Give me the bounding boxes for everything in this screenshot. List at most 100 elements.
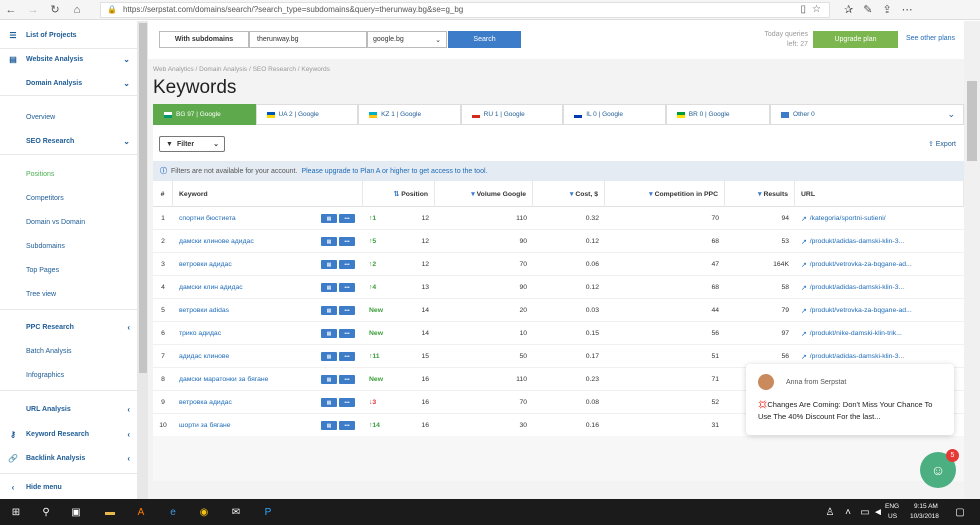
sidebar-item-top-pages[interactable]: Top Pages (0, 261, 138, 279)
more-actions-icon[interactable]: ••• (339, 306, 355, 315)
sidebar-scrollbar[interactable] (138, 21, 148, 499)
hide-menu-button[interactable]: ‹ Hide menu (0, 478, 138, 496)
notifications-icon[interactable]: ▢ (952, 504, 968, 520)
more-actions-icon[interactable]: ••• (339, 421, 355, 430)
serp-features-icon[interactable]: ▦ (321, 398, 337, 407)
domain-input[interactable]: therunway.bg (249, 31, 367, 48)
share-icon[interactable]: ⇪ (882, 3, 891, 16)
tab-database-6[interactable]: Other 0 ⌄ (770, 104, 964, 125)
keyword-link[interactable]: ветровка адидас (179, 399, 232, 406)
chrome-icon[interactable]: ◉ (196, 504, 212, 520)
tab-database-2[interactable]: KZ 1 | Google (358, 104, 461, 125)
external-link-icon[interactable]: ↗ (801, 215, 807, 223)
task-view-icon[interactable]: ▣ (68, 504, 84, 520)
serp-features-icon[interactable]: ▦ (321, 375, 337, 384)
url-link[interactable]: /produkt/adidas-damski-klin-3... (810, 353, 904, 360)
more-actions-icon[interactable]: ••• (339, 352, 355, 361)
sidebar-item-list-of-projects[interactable]: ☰ List of Projects (0, 26, 138, 44)
serp-features-icon[interactable]: ▦ (321, 329, 337, 338)
serp-features-icon[interactable]: ▦ (321, 260, 337, 269)
upgrade-link[interactable]: Please upgrade to Plan A or higher to ge… (301, 168, 487, 175)
edge-icon[interactable]: e (165, 504, 181, 520)
sidebar-item-batch-analysis[interactable]: Batch Analysis (0, 342, 138, 360)
sidebar-item-overview[interactable]: Overview (0, 108, 138, 126)
keyword-link[interactable]: спортни бюстиета (179, 215, 236, 222)
column-header[interactable]: ▾ Volume Google (435, 181, 533, 207)
sidebar-item-keyword-research[interactable]: ⚷ Keyword Research ‹ (0, 425, 138, 443)
sidebar-item-competitors[interactable]: Competitors (0, 189, 138, 207)
forward-icon[interactable]: → (22, 0, 44, 20)
chat-popup[interactable]: Anna from Serpstat 💢Changes Are Coming: … (746, 364, 954, 435)
external-link-icon[interactable]: ↗ (801, 284, 807, 292)
serp-features-icon[interactable]: ▦ (321, 237, 337, 246)
favorites-icon[interactable]: ✰ (844, 3, 853, 16)
tab-database-5[interactable]: BR 0 | Google (665, 104, 771, 125)
url-link[interactable]: /produkt/vetrovka-za-bqgane-ad... (810, 261, 912, 268)
tray-arrow-icon[interactable]: ˄ (840, 504, 856, 520)
url-link[interactable]: /produkt/adidas-damski-klin-3... (810, 284, 904, 291)
tab-database-1[interactable]: UA 2 | Google (255, 104, 359, 125)
sidebar-item-infographics[interactable]: Infographics (0, 366, 138, 384)
keyword-link[interactable]: ветровки adidas (179, 307, 229, 314)
external-link-icon[interactable]: ↗ (801, 238, 807, 246)
notes-icon[interactable]: ✎ (863, 3, 872, 16)
keyword-link[interactable]: шорти за бягане (179, 422, 231, 429)
file-explorer-icon[interactable]: ▬ (102, 504, 118, 520)
database-select[interactable]: google.bg ⌄ (367, 31, 447, 48)
tab-database-3[interactable]: RU 1 | Google (460, 104, 564, 125)
keyword-link[interactable]: дамски клин адидас (179, 284, 243, 291)
keyword-link[interactable]: дамски маратонки за бягане (179, 376, 268, 383)
url-link[interactable]: /produkt/nike-damski-klin-trik... (810, 330, 902, 337)
url-link[interactable]: /produkt/vetrovka-za-bqgane-ad... (810, 307, 912, 314)
clock-time[interactable]: 9:15 AM (914, 503, 938, 510)
sidebar-item-backlink-analysis[interactable]: 🔗 Backlink Analysis ‹ (0, 449, 138, 467)
column-header[interactable]: ▾ Competition in PPC (605, 181, 725, 207)
mail-icon[interactable]: ✉ (228, 504, 244, 520)
refresh-icon[interactable]: ↻ (44, 0, 66, 20)
tab-database-0[interactable]: BG 97 | Google (153, 104, 256, 125)
page-scrollbar[interactable] (964, 21, 980, 499)
external-link-icon[interactable]: ↗ (801, 307, 807, 315)
url-link[interactable]: /produkt/adidas-damski-klin-3... (810, 238, 904, 245)
serp-features-icon[interactable]: ▦ (321, 306, 337, 315)
see-other-plans-link[interactable]: See other plans (906, 35, 955, 42)
column-header[interactable]: ▾ Cost, $ (533, 181, 605, 207)
sidebar-item-seo-research[interactable]: SEO Research ⌄ (0, 132, 138, 150)
illustrator-icon[interactable]: A (133, 504, 149, 520)
sidebar-item-domain-vs-domain[interactable]: Domain vs Domain (0, 213, 138, 231)
more-actions-icon[interactable]: ••• (339, 283, 355, 292)
address-bar[interactable]: 🔒 https://serpstat.com/domains/search/?s… (100, 1, 830, 18)
column-header[interactable]: ⇅ Position (363, 181, 435, 207)
url-link[interactable]: /kategoria/sportni-sutieni/ (810, 215, 886, 222)
back-icon[interactable]: ← (0, 0, 22, 20)
sidebar-item-domain-analysis[interactable]: Domain Analysis ⌄ (0, 74, 138, 92)
serp-features-icon[interactable]: ▦ (321, 283, 337, 292)
search-button[interactable]: Search (448, 31, 521, 48)
serp-features-icon[interactable]: ▦ (321, 214, 337, 223)
sidebar-item-subdomains[interactable]: Subdomains (0, 237, 138, 255)
windows-start-icon[interactable]: ⊞ (8, 504, 24, 520)
language-indicator[interactable]: ENG (885, 503, 899, 510)
more-actions-icon[interactable]: ••• (339, 260, 355, 269)
keyword-link[interactable]: трико адидас (179, 330, 221, 337)
keyword-link[interactable]: ветровки адидас (179, 261, 232, 268)
people-icon[interactable]: ♙ (822, 504, 838, 520)
more-actions-icon[interactable]: ••• (339, 375, 355, 384)
external-link-icon[interactable]: ↗ (801, 330, 807, 338)
export-button[interactable]: ⇪ Export (928, 140, 956, 148)
external-link-icon[interactable]: ↗ (801, 353, 807, 361)
favorite-star-icon[interactable]: ☆ (812, 4, 821, 15)
more-icon[interactable]: ⋯ (902, 3, 913, 16)
search-icon[interactable]: ⚲ (38, 504, 54, 520)
more-actions-icon[interactable]: ••• (339, 398, 355, 407)
more-actions-icon[interactable]: ••• (339, 329, 355, 338)
external-link-icon[interactable]: ↗ (801, 261, 807, 269)
reading-view-icon[interactable]: ▯ (801, 4, 807, 15)
sidebar-item-tree-view[interactable]: Tree view (0, 285, 138, 303)
more-actions-icon[interactable]: ••• (339, 214, 355, 223)
sidebar-item-ppc-research[interactable]: PPC Research ‹ (0, 318, 138, 336)
photoshop-icon[interactable]: P (260, 504, 276, 520)
home-icon[interactable]: ⌂ (66, 0, 88, 20)
filter-button[interactable]: ▼ Filter ⌄ (159, 136, 225, 152)
sidebar-item-website-analysis[interactable]: ▤ Website Analysis ⌄ (0, 50, 138, 68)
